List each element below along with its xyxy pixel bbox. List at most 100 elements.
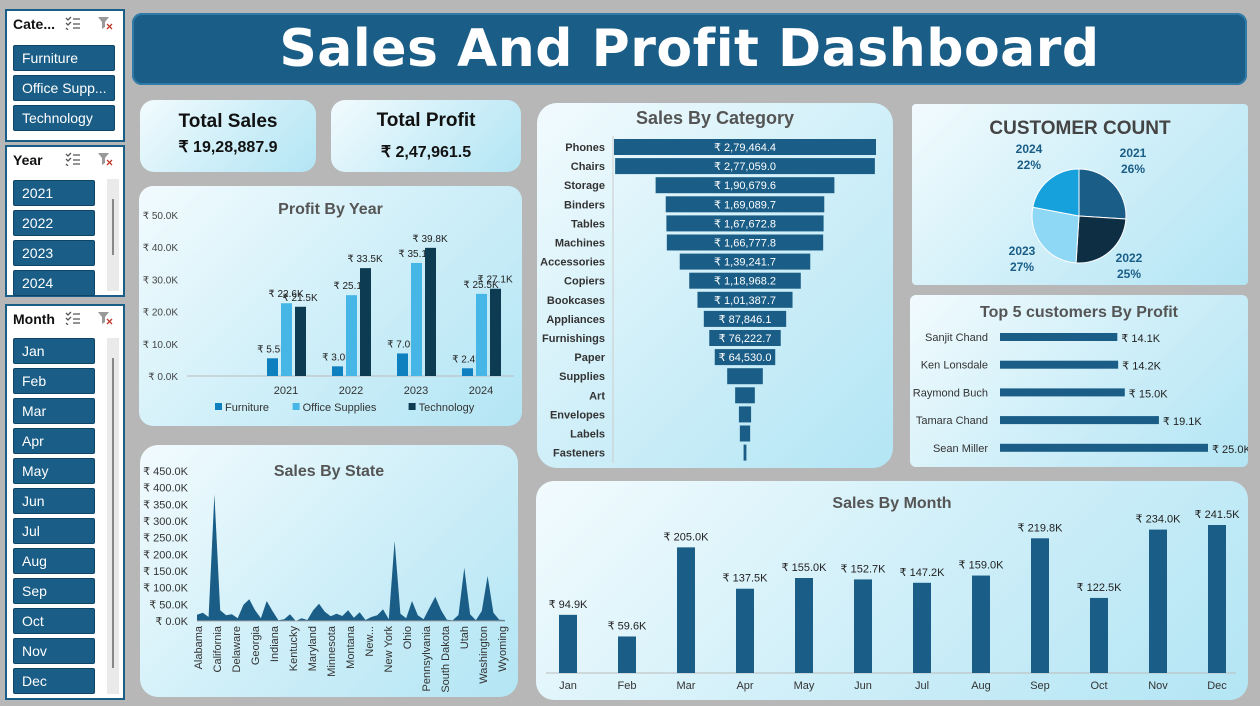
sales-by-state-chart: ₹ 0.0K ₹ 50.0K ₹ 100.0K ₹ 150.0K ₹ 200.0K ₹ 2… [143, 466, 509, 693]
slicer-item-jun[interactable]: Jun [13, 488, 95, 514]
x-tick-label: Indiana [269, 625, 281, 662]
data-label: ₹ 219.8K [1018, 522, 1064, 534]
sales-by-state-card: Sales By State ₹ 0.0K ₹ 50.0K ₹ 100.0K ₹ 15… [140, 445, 518, 697]
y-tick-label: ₹ 0.0K [155, 616, 188, 628]
dashboard-title: Sales And Profit Dashboard [279, 19, 1100, 79]
year-slicer: Year 2021 2022 2023 2024 [5, 145, 125, 297]
slicer-item-2024[interactable]: 2024 [13, 270, 95, 296]
profit-bar [490, 288, 501, 376]
slicer-item-jul[interactable]: Jul [13, 518, 95, 544]
total-profit-label: Total Profit [376, 110, 476, 131]
x-tick-label: Jan [559, 680, 577, 692]
clear-filter-icon[interactable] [97, 311, 113, 325]
multi-select-icon[interactable] [65, 152, 81, 166]
slicer-item-2022[interactable]: 2022 [13, 210, 95, 236]
slicer-item-oct[interactable]: Oct [13, 608, 95, 634]
slicer-item-aug[interactable]: Aug [13, 548, 95, 574]
scrollbar-thumb[interactable] [112, 358, 114, 668]
slicer-item-feb[interactable]: Feb [13, 368, 95, 394]
slicer-item-may[interactable]: May [13, 458, 95, 484]
data-label: ₹ 1,01,387.7 [714, 295, 776, 307]
data-label: ₹ 205.0K [664, 531, 710, 543]
x-tick-label: South Dakota [440, 625, 452, 693]
category-bar [735, 387, 755, 404]
slicer-item-sep[interactable]: Sep [13, 578, 95, 604]
clear-filter-icon[interactable] [97, 152, 113, 166]
month-slicer-scrollbar[interactable] [107, 338, 119, 694]
multi-select-icon[interactable] [65, 311, 81, 325]
profit-bar [295, 306, 306, 376]
category-bar [727, 368, 763, 385]
y-tick-label: ₹ 50.0K [149, 599, 188, 611]
data-label: ₹ 147.2K [900, 567, 946, 579]
data-label: ₹ 152.7K [841, 563, 887, 575]
multi-select-icon[interactable] [65, 16, 81, 30]
category-label: Bookcases [547, 295, 605, 307]
x-tick-label: Feb [618, 680, 637, 692]
pie-slice [1032, 168, 1080, 217]
profit-bar [476, 293, 487, 376]
x-tick-label: Montana [345, 625, 357, 669]
slicer-item-2021[interactable]: 2021 [13, 180, 95, 206]
y-tick-label: ₹ 450.0K [143, 466, 189, 478]
profit-bar [411, 262, 422, 376]
data-label: ₹ 14.2K [1122, 361, 1161, 373]
y-tick-label: ₹ 100.0K [143, 583, 189, 595]
month-bar [972, 575, 990, 673]
data-label: ₹ 1,90,679.6 [714, 180, 776, 192]
month-bar [1031, 538, 1049, 673]
customer-bar [1000, 416, 1159, 425]
clear-filter-icon[interactable] [97, 16, 113, 30]
slicer-item-technology[interactable]: Technology [13, 105, 115, 131]
category-bar [738, 406, 752, 423]
category-label: Appliances [546, 314, 605, 326]
sales-by-month-card: Sales By Month ₹ 94.9K Jan ₹ 59.6K Feb ₹ 205… [536, 481, 1248, 700]
category-label: Furnishings [542, 333, 605, 345]
slicer-item-nov[interactable]: Nov [13, 638, 95, 664]
customer-count-card: CUSTOMER COUNT 2021 26% 2022 25% 2023 27% 2024… [912, 104, 1248, 285]
slicer-item-furniture[interactable]: Furniture [13, 45, 115, 71]
customer-label: Tamara Chand [916, 415, 988, 427]
x-tick-label: May [794, 680, 815, 692]
profit-bar [332, 366, 343, 376]
y-tick-label: ₹ 0.0K [148, 372, 178, 383]
y-tick-label: ₹ 50.0K [143, 211, 179, 222]
customer-label: Sean Miller [933, 443, 988, 455]
data-label: ₹ 2,77,059.0 [714, 161, 776, 173]
category-bar [743, 444, 747, 461]
profit-bar [360, 268, 371, 376]
data-label: ₹ 1,69,089.7 [714, 199, 776, 211]
category-label: Labels [570, 429, 605, 441]
slicer-item-office-supplies[interactable]: Office Supp... [13, 75, 115, 101]
data-label: ₹ 15.0K [1129, 388, 1168, 400]
top-customers-chart: Sanjit Chand ₹ 14.1K Ken Lonsdale ₹ 14.2K Ra… [913, 332, 1248, 456]
data-label: ₹ 1,18,968.2 [714, 276, 776, 288]
profit-bar [281, 303, 292, 376]
x-tick-label: Alabama [193, 625, 205, 669]
x-tick-label: 2023 [404, 385, 428, 397]
y-tick-label: ₹ 400.0K [143, 483, 189, 495]
slicer-item-2023[interactable]: 2023 [13, 240, 95, 266]
x-tick-label: Apr [736, 680, 753, 692]
pie-percent-label: 27% [1010, 260, 1034, 274]
year-slicer-scrollbar[interactable] [107, 179, 119, 291]
slicer-item-apr[interactable]: Apr [13, 428, 95, 454]
slicer-item-mar[interactable]: Mar [13, 398, 95, 424]
total-sales-value: ₹ 19,28,887.9 [178, 139, 278, 156]
category-bar [739, 425, 751, 442]
scrollbar-thumb[interactable] [112, 199, 114, 255]
x-tick-label: Wyoming [497, 626, 509, 672]
x-tick-label: Nov [1148, 680, 1168, 692]
slicer-item-dec[interactable]: Dec [13, 668, 95, 694]
profit-bar [397, 353, 408, 376]
month-bar [559, 614, 577, 673]
state-area [197, 494, 505, 621]
pie-percent-label: 26% [1121, 162, 1145, 176]
data-label: ₹ 1,39,241.7 [714, 257, 776, 269]
slicer-item-jan[interactable]: Jan [13, 338, 95, 364]
pie-slice [1031, 206, 1080, 264]
category-label: Art [589, 390, 605, 402]
month-bar [795, 578, 813, 673]
data-label: ₹ 241.5K [1195, 509, 1241, 521]
pie-percent-label: 25% [1117, 267, 1141, 281]
